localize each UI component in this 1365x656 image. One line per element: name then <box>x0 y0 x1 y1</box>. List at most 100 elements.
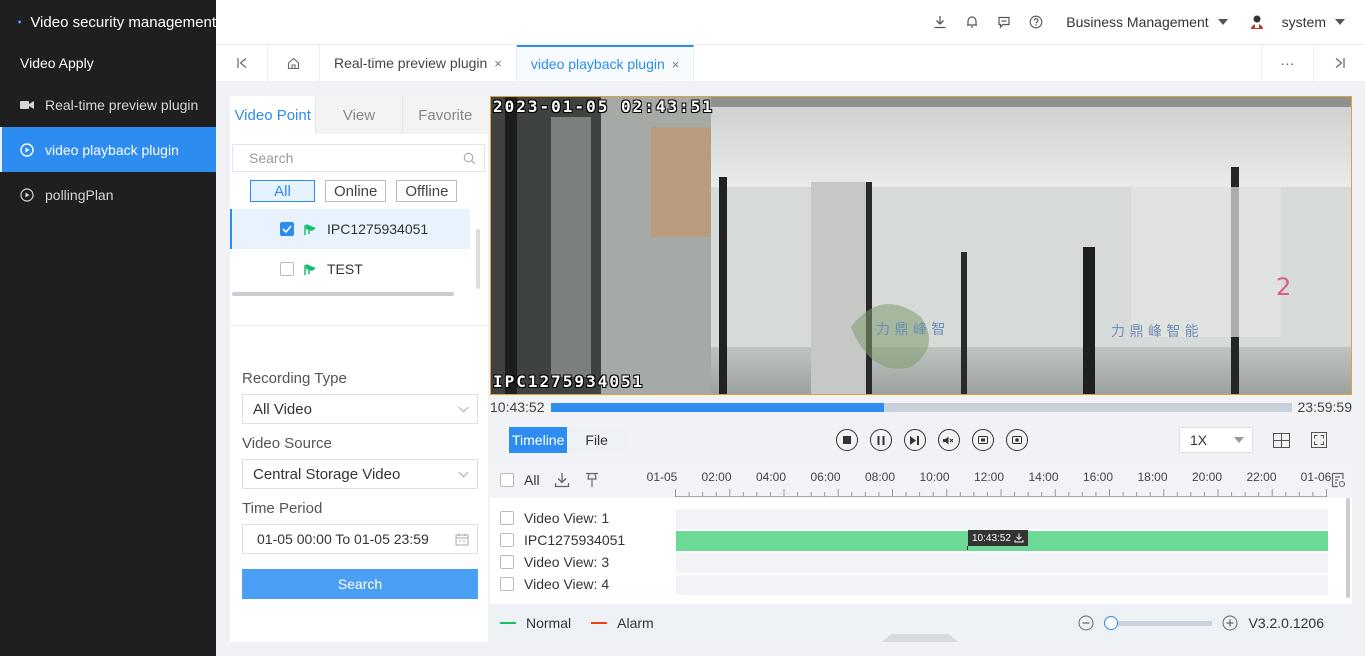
device-search-input[interactable]: Search <box>232 144 485 172</box>
row-checkbox[interactable] <box>500 533 514 547</box>
zoom-out-icon[interactable] <box>1078 615 1094 631</box>
close-icon[interactable]: × <box>672 57 680 72</box>
timeline-select-all[interactable]: All <box>500 472 540 488</box>
tab-video-point[interactable]: Video Point <box>230 96 316 134</box>
progress-slider[interactable] <box>550 402 1292 412</box>
video-player[interactable]: 力 鼎 峰 智 力 鼎 峰 智 能 2 2023-01-05 02:43:51 … <box>490 96 1352 395</box>
legend-alarm: Alarm <box>591 615 654 631</box>
step-forward-button[interactable] <box>903 429 926 451</box>
collapse-left-button[interactable] <box>216 45 268 81</box>
device-checkbox[interactable] <box>280 262 294 276</box>
video-source-label: Video Source <box>242 435 332 452</box>
calendar-icon <box>455 533 469 545</box>
capture-button[interactable] <box>971 429 994 451</box>
timeline-collapse-handle[interactable] <box>882 634 958 642</box>
time-period-picker[interactable]: 01-05 00:00 To 01-05 23:59 <box>242 524 478 554</box>
capture-icon <box>977 436 988 444</box>
version-label: V3.2.0.1206 <box>1248 615 1324 631</box>
device-list-vscrollbar[interactable] <box>476 229 480 289</box>
tab-video-playback[interactable]: video playback plugin × <box>516 45 695 81</box>
timeline-track[interactable] <box>676 575 1328 595</box>
time-marker[interactable]: 10:43:52 <box>967 530 1028 550</box>
timeline-row[interactable]: IPC1275934051 <box>500 530 625 550</box>
record-button[interactable] <box>1005 429 1028 451</box>
device-checkbox[interactable] <box>280 222 294 236</box>
timeline-panel: All 01-05 02:00 04:00 06:00 08:00 10:00 12:00 1… <box>490 462 1352 642</box>
caret-down-icon <box>1335 19 1345 25</box>
org-select-value: Business Management <box>1066 14 1209 30</box>
chevron-down-icon <box>458 402 469 412</box>
timeline-tick-label: 18:00 <box>1137 470 1168 484</box>
more-tabs-button[interactable]: ··· <box>1261 45 1313 81</box>
download-icon[interactable] <box>1014 533 1024 543</box>
list-item[interactable]: IPC1275934051 <box>230 209 470 249</box>
timeline-vscrollbar[interactable] <box>1346 498 1350 598</box>
row-checkbox[interactable] <box>500 555 514 569</box>
help-icon[interactable] <box>1028 14 1044 30</box>
timeline-row[interactable]: Video View: 3 <box>500 552 609 572</box>
bell-icon[interactable] <box>964 14 980 30</box>
device-list: IPC1275934051 TEST <box>230 209 488 296</box>
sidebar-item-real-time-preview[interactable]: Real-time preview plugin <box>0 82 216 127</box>
pin-icon[interactable] <box>584 472 600 488</box>
video-source-select[interactable]: Central Storage Video <box>242 459 478 489</box>
tab-label: video playback plugin <box>530 56 665 72</box>
select-all-checkbox[interactable] <box>500 473 514 487</box>
timeline-row[interactable]: Video View: 1 <box>500 508 609 528</box>
tab-real-time-preview[interactable]: Real-time preview plugin × <box>320 45 517 81</box>
zoom-slider[interactable] <box>1104 615 1213 630</box>
mute-button[interactable] <box>937 429 960 451</box>
view-mode-file[interactable]: File <box>567 427 628 453</box>
split-layout-button[interactable] <box>1271 430 1291 450</box>
tab-favorite[interactable]: Favorite <box>401 96 488 134</box>
device-panel: Video Point View Favorite Search All Onl… <box>230 96 488 642</box>
timeline-row-label: Video View: 3 <box>524 554 610 570</box>
timeline-tick-label: 16:00 <box>1082 470 1114 484</box>
search-button[interactable]: Search <box>242 569 478 599</box>
home-button[interactable] <box>268 45 320 81</box>
playback-buttons <box>835 429 1028 451</box>
timeline-track[interactable] <box>676 553 1328 573</box>
status-filters: All Online Offline <box>250 180 488 202</box>
fullscreen-button[interactable] <box>1309 430 1329 450</box>
timeline-track[interactable] <box>676 509 1328 529</box>
download-icon[interactable] <box>554 472 570 488</box>
filter-all[interactable]: All <box>250 180 315 202</box>
row-checkbox[interactable] <box>500 511 514 525</box>
device-list-hscrollbar[interactable] <box>232 292 454 296</box>
time-marker-label: 10:43:52 <box>972 532 1011 544</box>
message-icon[interactable] <box>996 14 1012 30</box>
filter-offline[interactable]: Offline <box>396 180 458 202</box>
timeline-row[interactable]: Video View: 4 <box>500 574 609 594</box>
timeline-tick-label: 20:00 <box>1191 470 1223 484</box>
recording-type-select[interactable]: All Video <box>242 394 478 424</box>
stop-button[interactable] <box>835 429 858 451</box>
sidebar-item-video-playback[interactable]: video playback plugin <box>0 127 216 172</box>
legend-normal: Normal <box>500 615 571 631</box>
zoom-in-icon[interactable] <box>1222 615 1238 631</box>
collapse-right-button[interactable] <box>1313 45 1365 81</box>
sidebar-item-polling-plan[interactable]: pollingPlan <box>0 172 216 217</box>
view-mode-timeline[interactable]: Timeline <box>509 427 568 453</box>
row-checkbox[interactable] <box>500 577 514 591</box>
timeline-footer: Normal Alarm V3.2.0.1206 <box>490 604 1352 642</box>
list-item[interactable]: TEST <box>230 249 488 289</box>
timeline-settings-icon[interactable] <box>1331 472 1346 488</box>
record-icon <box>1011 436 1022 444</box>
speed-select[interactable]: 1X <box>1179 427 1253 453</box>
close-icon[interactable]: × <box>494 56 502 71</box>
filter-online[interactable]: Online <box>325 180 387 202</box>
sidebar-item-label: video playback plugin <box>45 141 179 158</box>
collapse-right-icon <box>1335 58 1345 68</box>
pause-button[interactable] <box>869 429 892 451</box>
zoom-slider-knob[interactable] <box>1104 615 1119 630</box>
org-select[interactable]: Business Management <box>1066 14 1228 30</box>
timeline-tick-label: 04:00 <box>755 470 787 484</box>
download-icon[interactable] <box>932 14 948 30</box>
user-menu[interactable]: system <box>1250 14 1345 30</box>
play-circle-icon <box>20 187 34 202</box>
progress-fill <box>550 402 884 412</box>
top-header: Business Management system <box>216 0 1365 44</box>
divider <box>230 325 488 326</box>
tab-view[interactable]: View <box>315 96 402 134</box>
